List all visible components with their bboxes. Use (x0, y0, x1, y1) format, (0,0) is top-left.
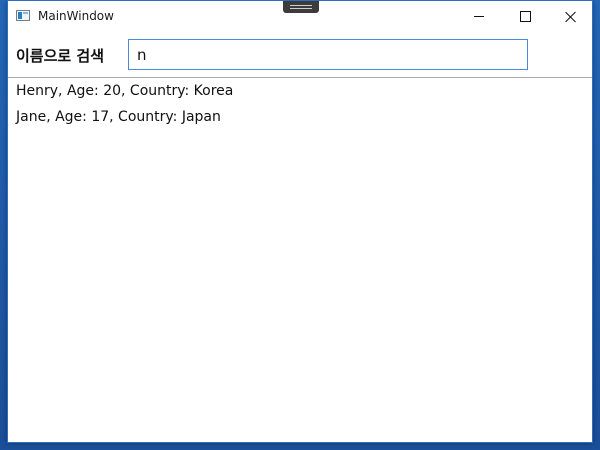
close-button[interactable] (548, 1, 594, 32)
search-label: 이름으로 검색 (16, 47, 105, 65)
maximize-button[interactable] (502, 1, 548, 32)
results-list[interactable]: Henry, Age: 20, Country: Korea Jane, Age… (8, 78, 592, 130)
list-item[interactable]: Jane, Age: 17, Country: Japan (8, 104, 592, 130)
list-item[interactable]: Henry, Age: 20, Country: Korea (8, 78, 592, 104)
app-window-icon (16, 10, 30, 21)
snap-grip-handle[interactable] (283, 1, 319, 13)
minimize-button[interactable] (456, 1, 502, 32)
title-bar[interactable]: MainWindow (8, 1, 592, 32)
minimize-icon (474, 16, 484, 17)
search-input[interactable] (128, 39, 528, 70)
window-title: MainWindow (38, 9, 114, 23)
desktop: MainWindow 이름으로 검색 Henry, Age: 20, Count… (0, 0, 600, 450)
search-bar: 이름으로 검색 (8, 32, 592, 78)
maximize-icon (519, 11, 531, 22)
close-icon (565, 11, 577, 23)
main-window: MainWindow 이름으로 검색 Henry, Age: 20, Count… (7, 0, 593, 443)
